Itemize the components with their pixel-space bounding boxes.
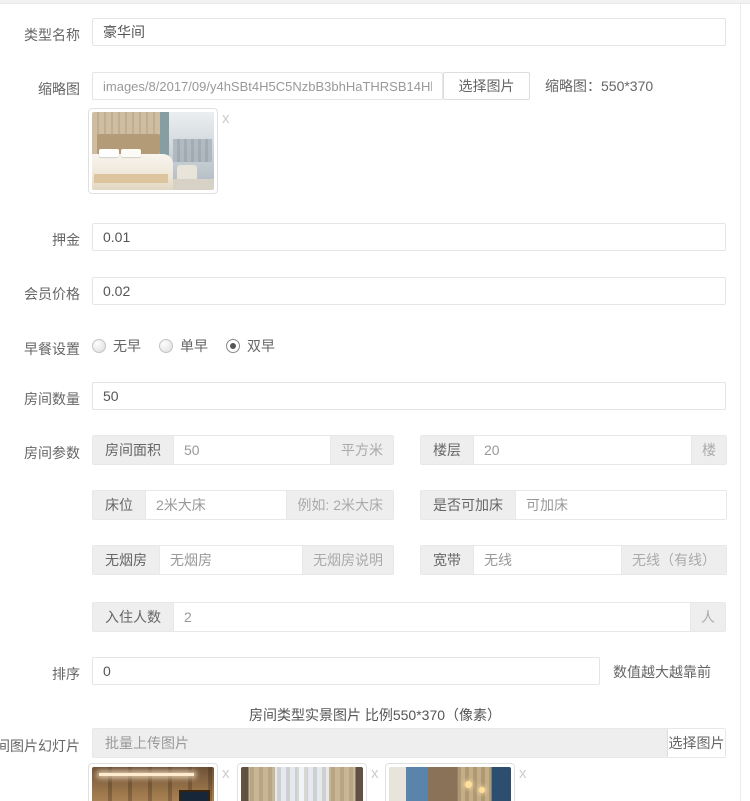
room-photo-deluxe bbox=[92, 112, 214, 190]
type-name-input[interactable] bbox=[92, 18, 726, 46]
room-count-label: 房间数量 bbox=[24, 389, 80, 409]
deposit-input[interactable] bbox=[92, 223, 726, 251]
batch-upload-placeholder: 批量上传图片 bbox=[105, 729, 189, 757]
room-photo-lounge bbox=[389, 767, 511, 801]
param-occupancy-suffix: 人 bbox=[691, 603, 725, 631]
breakfast-label: 早餐设置 bbox=[24, 339, 80, 359]
slide-preview-1 bbox=[88, 763, 218, 801]
thumbnail-label: 缩略图 bbox=[38, 79, 80, 99]
slide-preview-3 bbox=[385, 763, 515, 801]
param-nonsmoking: 无烟房 无烟房说明 bbox=[92, 545, 394, 575]
room-photo-tv bbox=[92, 767, 214, 801]
param-room-area-input[interactable] bbox=[173, 436, 331, 464]
top-divider bbox=[0, 0, 750, 4]
breakfast-option-none[interactable]: 无早 bbox=[92, 336, 141, 356]
radio-icon bbox=[159, 339, 173, 353]
slide-1-remove-icon[interactable]: x bbox=[222, 766, 230, 781]
batch-upload-field[interactable]: 批量上传图片 选择图片 bbox=[92, 728, 726, 758]
thumbnail-size-hint: 缩略图：550*370 bbox=[545, 76, 653, 96]
type-name-label: 类型名称 bbox=[24, 25, 80, 45]
room-params-label: 房间参数 bbox=[24, 443, 80, 463]
breakfast-option-double[interactable]: 双早 bbox=[226, 336, 275, 356]
param-broadband: 宽带 无线（有线） bbox=[420, 545, 727, 575]
thumbnail-select-image-button[interactable]: 选择图片 bbox=[443, 72, 530, 100]
slide-3-remove-icon[interactable]: x bbox=[519, 766, 527, 781]
slides-section-title: 房间类型实景图片 比例550*370（像素） bbox=[0, 705, 750, 725]
param-floor: 楼层 楼 bbox=[420, 435, 727, 465]
param-extra-bed-name: 是否可加床 bbox=[421, 491, 515, 519]
param-occupancy-name: 入住人数 bbox=[93, 603, 173, 631]
param-room-area-suffix: 平方米 bbox=[331, 436, 393, 464]
member-price-input[interactable] bbox=[92, 277, 726, 305]
param-bed-suffix: 例如: 2米大床 bbox=[287, 491, 393, 519]
param-floor-input[interactable] bbox=[473, 436, 692, 464]
breakfast-option-single[interactable]: 单早 bbox=[159, 336, 208, 356]
thumbnail-remove-icon[interactable]: x bbox=[222, 111, 230, 126]
param-extra-bed: 是否可加床 bbox=[420, 490, 727, 520]
room-count-input[interactable] bbox=[92, 382, 726, 410]
param-bed-name: 床位 bbox=[93, 491, 145, 519]
param-nonsmoking-suffix: 无烟房说明 bbox=[303, 546, 393, 574]
room-type-form: 类型名称 缩略图 选择图片 缩略图：550*370 x 押金 会员价格 早餐设置… bbox=[0, 0, 750, 801]
param-floor-suffix: 楼 bbox=[692, 436, 726, 464]
param-nonsmoking-input[interactable] bbox=[159, 546, 303, 574]
slide-2-remove-icon[interactable]: x bbox=[371, 766, 379, 781]
sort-input[interactable] bbox=[92, 657, 600, 685]
sort-hint: 数值越大越靠前 bbox=[613, 662, 711, 682]
param-extra-bed-input[interactable] bbox=[515, 491, 726, 519]
param-nonsmoking-name: 无烟房 bbox=[93, 546, 159, 574]
breakfast-radio-group: 无早 单早 双早 bbox=[92, 336, 293, 356]
param-room-area: 房间面积 平方米 bbox=[92, 435, 394, 465]
radio-checked-icon bbox=[226, 339, 240, 353]
param-floor-name: 楼层 bbox=[421, 436, 473, 464]
radio-icon bbox=[92, 339, 106, 353]
param-room-area-name: 房间面积 bbox=[93, 436, 173, 464]
param-broadband-suffix: 无线（有线） bbox=[622, 546, 726, 574]
slides-label: 房间图片幻灯片 bbox=[0, 736, 80, 756]
panel-right-border bbox=[740, 4, 741, 801]
param-occupancy: 入住人数 人 bbox=[92, 602, 726, 632]
slides-select-image-button[interactable]: 选择图片 bbox=[667, 729, 725, 757]
thumbnail-path-input[interactable] bbox=[92, 72, 443, 100]
param-broadband-name: 宽带 bbox=[421, 546, 473, 574]
param-bed: 床位 例如: 2米大床 bbox=[92, 490, 394, 520]
param-bed-input[interactable] bbox=[145, 491, 287, 519]
deposit-label: 押金 bbox=[52, 230, 80, 250]
room-photo-corridor bbox=[241, 767, 363, 801]
member-price-label: 会员价格 bbox=[24, 284, 80, 304]
thumbnail-preview bbox=[88, 108, 218, 194]
slide-preview-2 bbox=[237, 763, 367, 801]
param-occupancy-input[interactable] bbox=[173, 603, 691, 631]
param-broadband-input[interactable] bbox=[473, 546, 622, 574]
sort-label: 排序 bbox=[52, 664, 80, 684]
